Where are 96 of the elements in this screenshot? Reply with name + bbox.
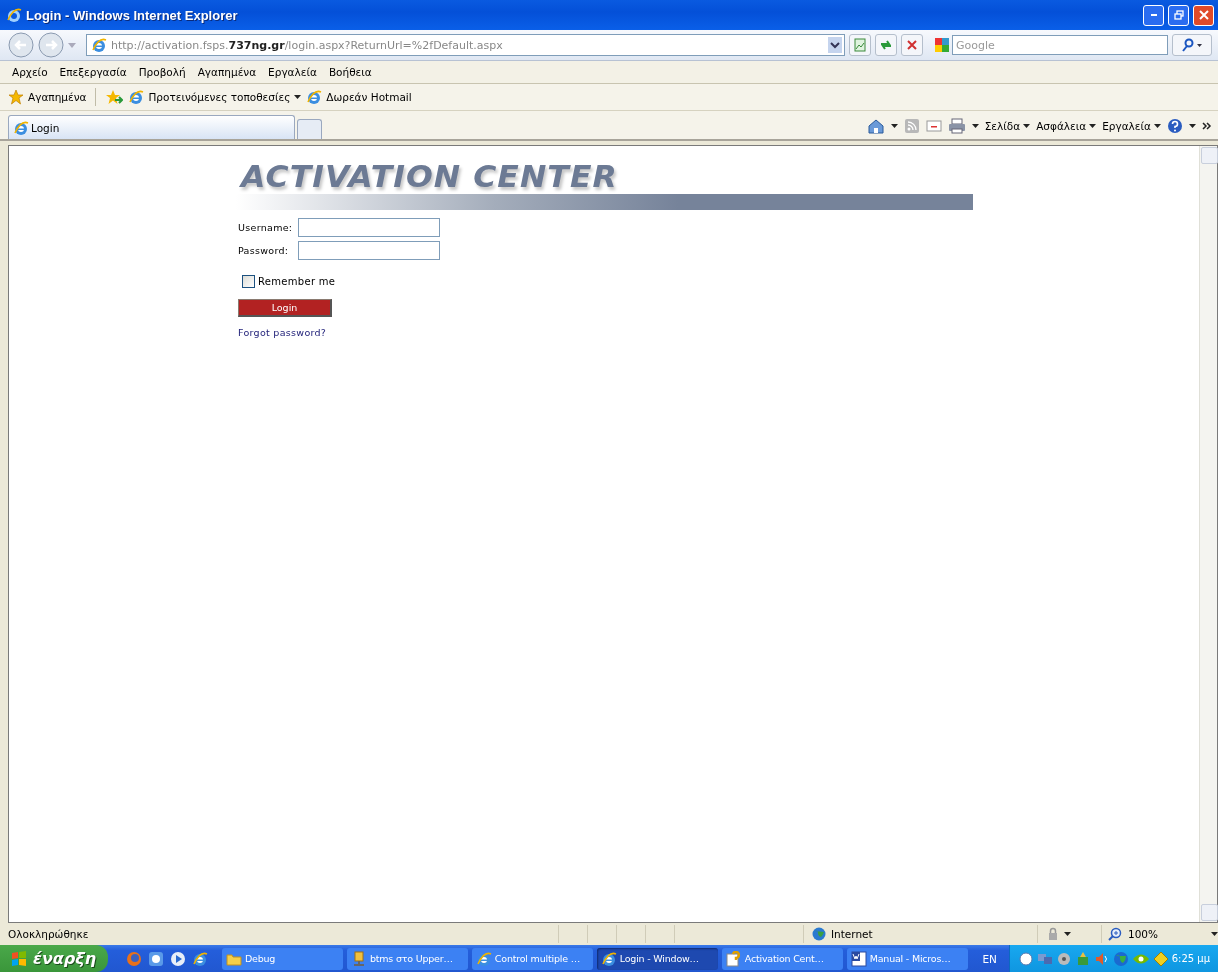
close-icon bbox=[1198, 10, 1209, 20]
address-field[interactable]: http://activation.fsps.737ng.gr/login.aspx?ReturnUrl=%2fDefault.aspx bbox=[86, 34, 845, 56]
browser-e-icon bbox=[475, 950, 492, 967]
home-icon[interactable] bbox=[866, 118, 885, 134]
input-field[interactable] bbox=[298, 218, 440, 237]
command-menu[interactable]: Ασφάλεια bbox=[1036, 120, 1097, 132]
caret-icon bbox=[971, 124, 979, 128]
taskbar-button[interactable]: Debug bbox=[221, 947, 343, 970]
search-provider-icon bbox=[935, 38, 949, 52]
mail-icon[interactable] bbox=[925, 119, 942, 133]
caret-icon bbox=[294, 95, 302, 99]
input-field[interactable] bbox=[298, 241, 440, 260]
add-favorite-icon[interactable] bbox=[105, 89, 124, 105]
menu-item[interactable]: Προβολή bbox=[132, 64, 192, 80]
document-icon bbox=[850, 950, 867, 967]
fox-icon[interactable] bbox=[125, 950, 142, 967]
close-button[interactable] bbox=[1193, 4, 1214, 26]
checkbox[interactable] bbox=[242, 275, 255, 288]
restore-icon bbox=[1173, 10, 1184, 20]
search-button[interactable] bbox=[1172, 34, 1212, 56]
taskbar-button[interactable]: btms στο Upper… bbox=[346, 947, 468, 970]
scrollbar[interactable] bbox=[1199, 146, 1217, 922]
field-label: Password: bbox=[238, 245, 290, 256]
back-button-icon[interactable] bbox=[8, 32, 34, 58]
search-field[interactable]: Google bbox=[952, 35, 1168, 55]
folder-icon bbox=[225, 951, 242, 966]
favorites-link[interactable]: Προτεινόμενες τοποθεσίες bbox=[128, 89, 302, 105]
tray-icon[interactable] bbox=[1017, 950, 1034, 967]
feed-icon[interactable] bbox=[903, 118, 920, 134]
taskbar-button[interactable]: Activation Cent… bbox=[721, 947, 843, 970]
browser-e-icon[interactable] bbox=[191, 950, 208, 967]
chevron-icon[interactable] bbox=[1202, 121, 1212, 131]
field-label: Username: bbox=[238, 222, 294, 233]
menu-item[interactable]: Αρχείο bbox=[6, 64, 54, 80]
browser-e-icon bbox=[128, 89, 145, 105]
command-menu[interactable]: Σελίδα bbox=[984, 120, 1031, 132]
url-text: http://activation.fsps.737ng.gr/login.aspx?ReturnUrl=%2fDefault.aspx bbox=[111, 38, 504, 52]
caret-icon bbox=[1154, 124, 1161, 128]
forgot-password-link[interactable]: Forgot password? bbox=[238, 327, 327, 338]
browser-e-icon bbox=[600, 950, 617, 967]
app-icon[interactable] bbox=[147, 950, 164, 967]
menu-item[interactable]: Εργαλεία bbox=[262, 64, 323, 80]
media-player-icon[interactable] bbox=[169, 950, 186, 967]
star-icon bbox=[8, 89, 24, 105]
page-icon bbox=[853, 38, 867, 52]
menu-item[interactable]: Επεξεργασία bbox=[53, 64, 133, 80]
forward-button-icon[interactable] bbox=[38, 32, 64, 58]
minimize-button[interactable] bbox=[1143, 4, 1164, 26]
status-text: Ολοκληρώθηκε bbox=[8, 928, 90, 940]
caret-icon bbox=[1189, 124, 1196, 128]
taskbar-button[interactable]: Control multiple … bbox=[471, 947, 593, 970]
security-zone: Internet bbox=[831, 928, 873, 940]
zoom-icon bbox=[1108, 927, 1122, 941]
minimize-icon bbox=[1150, 14, 1157, 16]
command-menu[interactable]: Εργαλεία bbox=[1102, 120, 1161, 132]
stop-button[interactable] bbox=[901, 34, 923, 56]
login-button[interactable]: Login bbox=[238, 299, 332, 317]
caret-icon bbox=[1089, 124, 1097, 128]
menu-item[interactable]: Βοήθεια bbox=[322, 64, 378, 80]
menu-item[interactable]: Αγαπημένα bbox=[191, 64, 263, 80]
diamond-icon[interactable] bbox=[1152, 950, 1169, 967]
caret-icon bbox=[890, 124, 898, 128]
stop-icon bbox=[906, 39, 918, 51]
zoom-control[interactable]: 100% bbox=[1101, 925, 1218, 943]
checkbox-label: Remember me bbox=[258, 276, 336, 287]
restore-button[interactable] bbox=[1168, 4, 1189, 26]
disc-icon[interactable] bbox=[1055, 950, 1072, 967]
lock-icon[interactable] bbox=[1046, 927, 1060, 941]
clock: 6:25 μμ bbox=[1171, 953, 1210, 964]
new-tab-button[interactable] bbox=[297, 119, 322, 139]
refresh-icon bbox=[879, 38, 893, 52]
caret-icon bbox=[1023, 124, 1031, 128]
logo-text: ACTIVATION CENTER bbox=[241, 160, 618, 194]
taskbar-button[interactable]: Login - Window… bbox=[596, 947, 718, 970]
favorites-link[interactable]: Δωρεάν Hotmail bbox=[306, 89, 412, 105]
windows-flag-icon bbox=[10, 949, 28, 968]
browser-e-icon bbox=[91, 37, 107, 53]
caret-icon[interactable] bbox=[68, 42, 76, 48]
compatibility-button[interactable] bbox=[849, 34, 871, 56]
caret-icon bbox=[1211, 932, 1218, 936]
search-icon bbox=[1181, 38, 1203, 52]
browser-e-icon bbox=[6, 7, 22, 23]
taskbar-button[interactable]: Manual - Micros… bbox=[846, 947, 968, 970]
refresh-button[interactable] bbox=[875, 34, 897, 56]
browser-tab[interactable]: Login bbox=[8, 115, 295, 139]
globe-icon[interactable] bbox=[1112, 950, 1129, 967]
help-icon[interactable] bbox=[1167, 118, 1183, 134]
favorites-button[interactable]: Αγαπημένα bbox=[8, 89, 87, 105]
browser-e-icon bbox=[13, 119, 29, 136]
help-file-icon bbox=[725, 950, 742, 967]
window-title: Login - Windows Internet Explorer bbox=[26, 7, 239, 23]
printer-icon[interactable] bbox=[947, 118, 966, 134]
browser-e-icon bbox=[306, 89, 323, 105]
globe-icon bbox=[812, 927, 826, 941]
caret-icon bbox=[1064, 932, 1071, 936]
language-indicator[interactable]: EN bbox=[974, 952, 1005, 965]
